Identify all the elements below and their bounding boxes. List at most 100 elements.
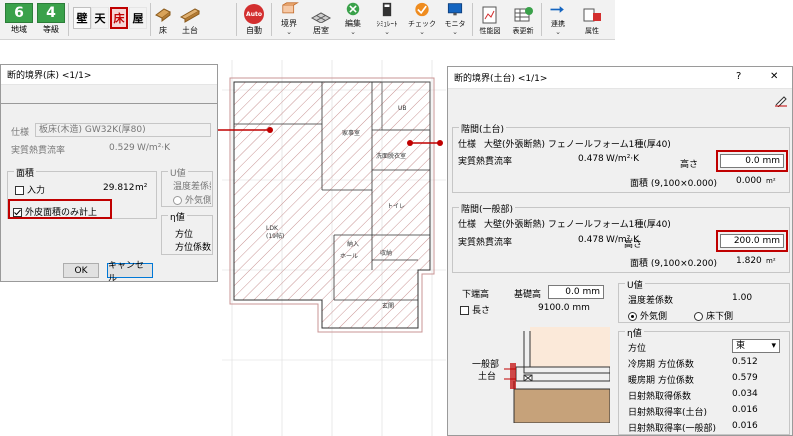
chevron-down-icon: ⌄: [384, 28, 390, 36]
eta-group-label: η値: [625, 326, 644, 339]
length-checkbox[interactable]: 長さ: [460, 303, 490, 316]
highlight-box: [716, 150, 788, 172]
checkbox-icon: [15, 186, 24, 195]
u-group-label: U値: [168, 166, 188, 179]
temp-diff-value: 1.00: [732, 293, 753, 303]
floor-button[interactable]: 床: [110, 7, 128, 29]
floor-boundary-dialog: 断的境界(床) <1/1> 仕様 板床(木造) GW32K(厚80) 実質熱貫流…: [0, 64, 218, 284]
auto-icon: Auto: [244, 4, 264, 24]
wall-button[interactable]: 壁: [73, 7, 91, 29]
input-label: 入力: [27, 186, 46, 196]
heat-value: 0.529: [109, 143, 135, 153]
solar-sill-label: 日射熱取得率(土台): [628, 408, 708, 418]
heat-label: 実質熱貫流率: [458, 157, 513, 167]
separator: [68, 3, 69, 36]
room-button[interactable]: 居室: [307, 2, 335, 36]
auto-button[interactable]: Auto 自動: [240, 2, 268, 36]
chevron-down-icon: ⌄: [286, 28, 292, 36]
roof-button[interactable]: 屋: [129, 7, 147, 29]
spec-label: 仕様: [458, 140, 477, 150]
attr-button[interactable]: 属性: [577, 2, 607, 36]
room-label: UB: [398, 105, 407, 112]
monitor-button[interactable]: モニタ ⌄: [440, 2, 470, 36]
input-checkbox[interactable]: 入力: [15, 183, 45, 196]
room-label: 居室: [313, 26, 329, 35]
area-unit: m²: [766, 177, 776, 185]
outside-radio[interactable]: 外気側: [173, 193, 211, 206]
temp-diff-label: 温度差係数: [173, 182, 211, 192]
area-unit: m²: [135, 183, 148, 193]
auto-label: 自動: [246, 26, 262, 35]
boundary-icon: [282, 2, 299, 14]
dropdown-arrow-icon: ▾: [771, 341, 776, 351]
chevron-down-icon: ⌄: [350, 28, 356, 36]
link-arrow-icon: [550, 6, 564, 13]
check-icon: [415, 2, 429, 17]
floor-item-button[interactable]: 床: [152, 2, 174, 36]
direction-select[interactable]: 東 ▾: [732, 339, 780, 353]
underfloor-radio[interactable]: 床下側: [694, 309, 733, 322]
separator: [236, 3, 237, 36]
grade-label: 等級: [43, 25, 59, 34]
direction-label: 方位: [175, 230, 194, 240]
separator: [271, 3, 272, 36]
separator: [150, 3, 151, 36]
perf-chart-button[interactable]: 性能図: [475, 2, 505, 36]
room-label: 納入: [347, 240, 359, 248]
monitor-icon: [447, 3, 463, 16]
region-number[interactable]: 6: [5, 3, 33, 23]
sill-boundary-dialog: 断的境界(土台) <1/1> ? ✕ 階間(土台) 仕様 大壁(外張断熱) フェ…: [447, 66, 793, 436]
sill-item-label: 土台: [182, 26, 198, 35]
room-label: 玄関: [382, 302, 394, 310]
spec-value: 大壁(外張断熱) フェノールフォーム1種(厚40): [484, 140, 671, 150]
temp-diff-label: 温度差係数: [628, 296, 674, 306]
ok-button[interactable]: OK: [63, 263, 99, 278]
check-button[interactable]: チェック ⌄: [406, 2, 438, 36]
pen-edit-icon[interactable]: [774, 93, 788, 107]
area-label: 面積 (9,100×0.000): [630, 179, 717, 189]
boundary-button[interactable]: 境界 ⌄: [275, 2, 303, 36]
dialog-title: 断的境界(土台) <1/1>: [454, 74, 548, 84]
table-update-button[interactable]: 表更新: [507, 2, 539, 36]
link-button[interactable]: 連携 ⌄: [544, 2, 572, 36]
room-label: 収納: [380, 249, 392, 257]
heat-value: 0.478: [578, 154, 604, 164]
eta-group-label: η値: [168, 210, 187, 223]
edit-tools-icon: [346, 2, 360, 16]
length-value: 9100.0 mm: [538, 303, 590, 313]
base-height-input[interactable]: 0.0 mm: [548, 285, 604, 299]
cancel-button[interactable]: キャンセル: [107, 261, 153, 284]
checkbox-icon: [460, 306, 469, 315]
help-button[interactable]: ?: [736, 71, 741, 82]
solar-sill-value: 0.016: [732, 405, 758, 415]
length-label: 長さ: [472, 306, 491, 316]
room-grid-icon: [310, 12, 332, 23]
diagram-sill-label: 土台: [478, 372, 497, 382]
area-value: 29.812: [103, 183, 135, 193]
heat-label: 実質熱貫流率: [11, 146, 66, 156]
edit-button[interactable]: 編集 ⌄: [339, 2, 367, 36]
area-group-label: 面積: [14, 166, 37, 179]
region-label: 地域: [11, 25, 27, 34]
close-button[interactable]: ✕: [770, 71, 778, 82]
separator: [541, 3, 542, 36]
area-value: 1.820: [736, 256, 762, 266]
room-label: (19帖): [266, 232, 284, 240]
area-unit: m²: [766, 257, 776, 265]
heat-unit: W/m²·K: [137, 143, 171, 153]
sill-item-button[interactable]: 土台: [176, 2, 204, 36]
sill-group-label: 階間(土台): [459, 122, 507, 135]
spec-field[interactable]: 板床(木造) GW32K(厚80): [35, 123, 211, 137]
chevron-down-icon: ⌄: [452, 28, 458, 36]
solar-general-value: 0.016: [732, 421, 758, 431]
grade-number[interactable]: 4: [37, 3, 65, 23]
chevron-down-icon: ⌄: [555, 28, 561, 36]
simulate-button[interactable]: ｼﾐｭﾚｰﾄ ⌄: [370, 2, 404, 36]
floor-plan[interactable]: 家事室 UB 洗面脱衣室 トイレ LDK (19帖) 納入 ホール 収納 玄関: [222, 60, 446, 436]
ceiling-button[interactable]: 天: [91, 7, 109, 29]
room-label: 洗面脱衣室: [376, 152, 406, 160]
outside-radio[interactable]: 外気側: [628, 309, 667, 322]
dialog-title: 断的境界(床) <1/1>: [1, 65, 217, 85]
direction-value: 東: [736, 341, 746, 351]
radio-icon: [694, 312, 703, 321]
